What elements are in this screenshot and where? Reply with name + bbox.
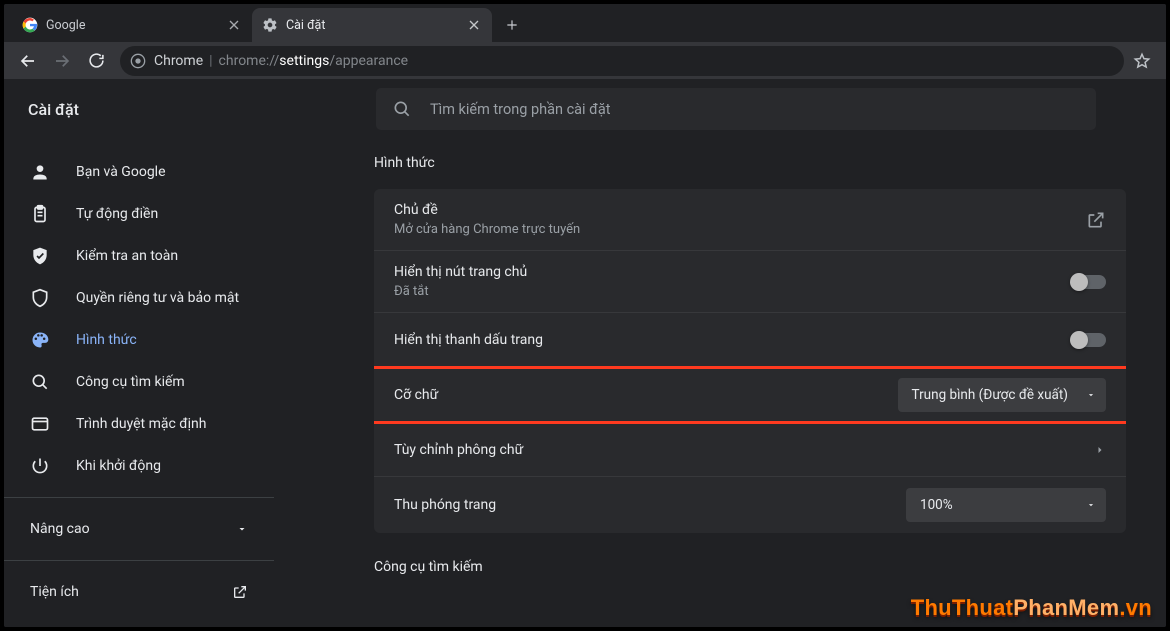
url-host: settings <box>279 53 329 69</box>
row-font-size: Cỡ chữ Trung bình (Được đề xuất) <box>374 366 1126 424</box>
sidebar-item-appearance[interactable]: Hình thức <box>4 319 274 361</box>
search-placeholder: Tìm kiếm trong phần cài đặt <box>430 101 610 118</box>
power-icon <box>30 456 50 476</box>
sidebar-item-label: Kiểm tra an toàn <box>76 248 178 264</box>
appearance-card: Chủ đề Mở cửa hàng Chrome trực tuyến Hiể… <box>374 189 1126 533</box>
chevron-down-icon <box>236 523 248 535</box>
url-prefix: chrome:// <box>219 53 280 69</box>
sidebar-item-you-and-google[interactable]: Bạn và Google <box>4 151 274 193</box>
section-title-appearance: Hình thức <box>374 155 1126 171</box>
tab-google[interactable]: Google <box>12 8 252 42</box>
settings-header: Cài đặt Tìm kiếm trong phần cài đặt <box>4 79 1166 139</box>
divider <box>4 497 274 498</box>
sidebar-item-safety-check[interactable]: Kiểm tra an toàn <box>4 235 274 277</box>
tab-settings[interactable]: Cài đặt <box>252 8 492 42</box>
person-icon <box>30 162 50 182</box>
sidebar-item-default-browser[interactable]: Trình duyệt mặc định <box>4 403 274 445</box>
tab-title: Google <box>46 18 226 33</box>
row-label: Hiển thị nút trang chủ <box>394 264 527 280</box>
new-tab-button[interactable] <box>498 11 526 39</box>
row-theme[interactable]: Chủ đề Mở cửa hàng Chrome trực tuyến <box>374 189 1126 251</box>
row-label: Thu phóng trang <box>394 497 496 513</box>
dropdown-value: Trung bình (Được đề xuất) <box>912 387 1068 403</box>
browser-toolbar: Chrome | chrome:// settings /appearance <box>4 42 1166 79</box>
settings-search[interactable]: Tìm kiếm trong phần cài đặt <box>376 88 1096 130</box>
sidebar-extensions-label: Tiện ích <box>30 584 79 600</box>
url-scheme: Chrome <box>154 53 203 69</box>
tab-title: Cài đặt <box>286 18 466 33</box>
sidebar-advanced[interactable]: Nâng cao <box>4 508 274 550</box>
row-home-button: Hiển thị nút trang chủ Đã tắt <box>374 251 1126 313</box>
shield-check-icon <box>30 246 50 266</box>
sidebar-item-label: Trình duyệt mặc định <box>76 416 207 432</box>
tab-strip: Google Cài đặt <box>4 4 1166 42</box>
palette-icon <box>30 330 50 350</box>
font-size-dropdown[interactable]: Trung bình (Được đề xuất) <box>898 378 1106 412</box>
row-label: Cỡ chữ <box>394 387 438 403</box>
row-customize-fonts[interactable]: Tùy chỉnh phông chữ <box>374 423 1126 477</box>
settings-sidebar: Bạn và Google Tự động điền Kiểm tra an t… <box>4 139 274 627</box>
sidebar-item-autofill[interactable]: Tự động điền <box>4 193 274 235</box>
row-label: Hiển thị thanh dấu trang <box>394 332 543 348</box>
row-page-zoom: Thu phóng trang 100% <box>374 477 1126 533</box>
sidebar-item-label: Tự động điền <box>76 206 158 222</box>
chevron-down-icon <box>1086 500 1096 510</box>
chrome-icon <box>130 53 146 69</box>
bookmarks-bar-toggle[interactable] <box>1072 333 1106 347</box>
address-bar[interactable]: Chrome | chrome:// settings /appearance <box>120 46 1124 76</box>
chevron-down-icon <box>1086 390 1096 400</box>
search-icon <box>392 99 412 119</box>
row-sublabel: Mở cửa hàng Chrome trực tuyến <box>394 222 580 237</box>
reload-button[interactable] <box>80 46 112 76</box>
external-link-icon <box>1086 210 1106 230</box>
shield-icon <box>30 288 50 308</box>
sidebar-extensions[interactable]: Tiện ích <box>4 571 274 613</box>
divider <box>4 560 274 561</box>
gear-icon <box>262 17 278 33</box>
dropdown-value: 100% <box>920 497 953 513</box>
close-tab-icon[interactable] <box>466 17 482 33</box>
external-link-icon <box>232 584 248 600</box>
sidebar-item-label: Quyền riêng tư và bảo mật <box>76 290 239 306</box>
section-title-search: Công cụ tìm kiếm <box>374 559 1126 575</box>
browser-icon <box>30 414 50 434</box>
home-button-toggle[interactable] <box>1072 275 1106 289</box>
chevron-right-icon <box>1094 444 1106 456</box>
sidebar-item-label: Hình thức <box>76 332 137 348</box>
sidebar-item-on-startup[interactable]: Khi khởi động <box>4 445 274 487</box>
sidebar-item-label: Khi khởi động <box>76 458 161 474</box>
row-label: Chủ đề <box>394 202 580 218</box>
sidebar-item-label: Công cụ tìm kiếm <box>76 374 185 390</box>
forward-button[interactable] <box>46 46 78 76</box>
page-title: Cài đặt <box>28 100 376 119</box>
bookmark-star-icon[interactable] <box>1126 46 1158 76</box>
search-icon <box>30 372 50 392</box>
settings-main: Hình thức Chủ đề Mở cửa hàng Chrome trực… <box>274 139 1166 627</box>
page-zoom-dropdown[interactable]: 100% <box>906 488 1106 522</box>
row-label: Tùy chỉnh phông chữ <box>394 442 523 458</box>
back-button[interactable] <box>12 46 44 76</box>
url-path: /appearance <box>329 53 408 69</box>
row-bookmarks-bar: Hiển thị thanh dấu trang <box>374 313 1126 367</box>
sidebar-item-label: Bạn và Google <box>76 164 166 180</box>
close-tab-icon[interactable] <box>226 17 242 33</box>
row-sublabel: Đã tắt <box>394 284 527 299</box>
sidebar-item-privacy[interactable]: Quyền riêng tư và bảo mật <box>4 277 274 319</box>
clipboard-icon <box>30 204 50 224</box>
sidebar-item-search-engine[interactable]: Công cụ tìm kiếm <box>4 361 274 403</box>
google-favicon <box>22 17 38 33</box>
sidebar-advanced-label: Nâng cao <box>30 521 90 537</box>
